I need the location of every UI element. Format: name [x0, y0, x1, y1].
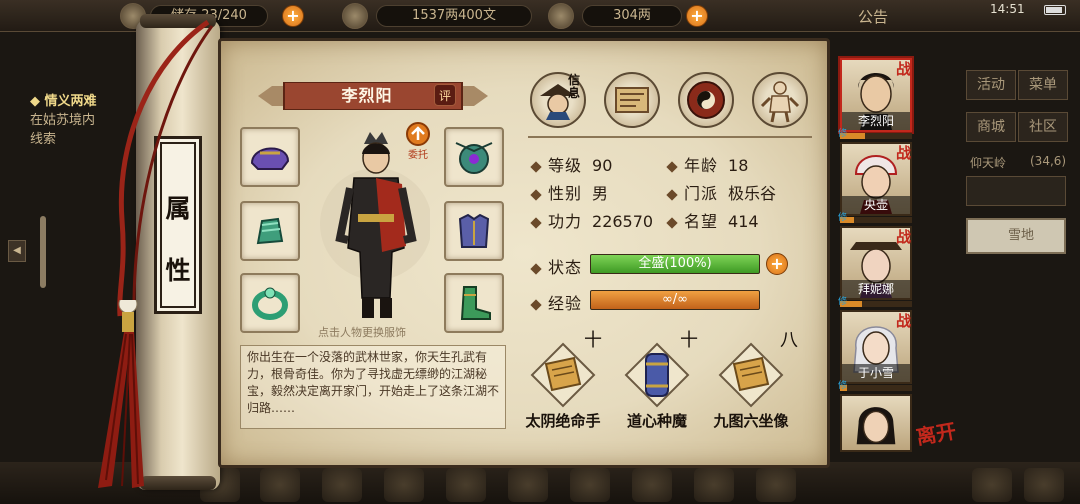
nav-icon[interactable] [384, 468, 424, 502]
exp-bar: ∞/∞ [590, 290, 760, 310]
stat-power: 功力 226570 [530, 208, 653, 232]
cultivate-tag: 修 [838, 381, 848, 391]
cultivate-tag: 修 [838, 213, 848, 223]
stat-exp-label: 经验 [530, 290, 592, 314]
silver-ingot-icon [548, 3, 574, 29]
shop-button[interactable]: 商城 [966, 112, 1016, 142]
divider [528, 136, 812, 138]
party-member-name: 拜妮娜 [842, 280, 910, 298]
tassel-cord-icon [117, 20, 214, 317]
collapse-left-arrow-icon[interactable]: ◀ [8, 240, 26, 262]
weather-snow: 雪地 [966, 218, 1066, 254]
yin-yang-icon [687, 81, 725, 119]
minimap[interactable] [966, 176, 1066, 206]
ring-icon [252, 287, 288, 320]
meridian-tab[interactable] [752, 72, 808, 128]
avatar [856, 407, 896, 445]
character-bio: 你出生在一个没落的武林世家，你天生孔武有力，根骨奇佳。你为了寻找虚无缥缈的江湖秘… [240, 345, 506, 429]
bagua-tab[interactable] [678, 72, 734, 128]
skill-level: 十 [680, 330, 698, 351]
battle-tag: 战 [896, 228, 912, 246]
equip-slot-accessory[interactable] [444, 127, 504, 187]
side-scrollbar[interactable] [40, 216, 46, 288]
battery-icon [1044, 5, 1066, 15]
notice-button[interactable]: 公告 [858, 6, 888, 27]
nav-icon[interactable] [446, 468, 486, 502]
scroll-rod-cap-bottom [140, 476, 216, 490]
add-silver-button[interactable]: + [686, 5, 708, 27]
cultivate-tag: 修 [838, 297, 848, 307]
equip-slot-weapon[interactable] [240, 201, 300, 261]
party-exp-bar [840, 301, 912, 307]
stat-fame: 名望 414 [666, 208, 759, 232]
inventory-tab[interactable] [604, 72, 660, 128]
cultivate-tag: 修 [838, 129, 848, 139]
party-member-name: 李烈阳 [842, 112, 910, 130]
nav-icon[interactable] [756, 468, 796, 502]
gauntlet-icon [256, 217, 284, 245]
clock: 14:51 [990, 2, 1025, 16]
body-meridian-icon [760, 81, 800, 123]
state-bar: 全盛(100%) [590, 254, 760, 274]
nav-icon[interactable] [694, 468, 734, 502]
stat-level: 等级 90 [530, 152, 612, 176]
community-button[interactable]: 社区 [1018, 112, 1068, 142]
party-member-name: 于小雪 [842, 364, 910, 382]
skill-level: 八 [780, 330, 798, 351]
nav-icon[interactable] [972, 468, 1012, 502]
party-exp-bar [840, 217, 912, 223]
battle-tag: 战 [896, 144, 912, 162]
nav-icon[interactable] [632, 468, 672, 502]
book-icon[interactable] [716, 340, 786, 410]
location-coords: (34,6) [1030, 154, 1067, 168]
delegate-label: 委托 [408, 150, 428, 161]
stat-gender: 性别男 [530, 180, 608, 204]
silver-amount: 304两 [582, 5, 682, 27]
rate-button[interactable]: 评 [434, 84, 456, 106]
equip-slot-ring[interactable] [240, 273, 300, 333]
activity-button[interactable]: 活动 [966, 70, 1016, 100]
nav-icon[interactable] [1024, 468, 1064, 502]
scroll-map-icon [615, 87, 649, 113]
nav-icon[interactable] [508, 468, 548, 502]
delegate-button[interactable]: 委托 [402, 120, 434, 161]
party-exp-bar [840, 133, 912, 139]
restore-state-button[interactable]: + [766, 253, 788, 275]
battle-tag: 战 [896, 60, 912, 78]
nav-icon[interactable] [260, 468, 300, 502]
menu-button[interactable]: 菜单 [1018, 70, 1068, 100]
battle-tag: 战 [896, 312, 912, 330]
party-member-5[interactable] [840, 394, 912, 452]
helmet-icon [250, 147, 290, 170]
leave-button[interactable]: 离开 [914, 419, 971, 468]
delegate-icon [406, 122, 430, 146]
skill-name: 九图六坐像 [713, 412, 789, 430]
stat-sect: 门派 极乐谷 [666, 180, 776, 204]
equip-slot-head[interactable] [240, 127, 300, 187]
amulet-icon [455, 142, 493, 174]
party-exp-bar [840, 385, 912, 391]
skill-level: 十 [584, 330, 602, 351]
stat-age: 年龄 18 [666, 152, 748, 176]
change-outfit-hint: 点击人物更换服饰 [318, 326, 406, 339]
party-member-name: 央壶 [842, 196, 910, 214]
coin-icon [342, 3, 368, 29]
equip-slot-armor[interactable] [444, 201, 504, 261]
equip-slot-boots[interactable] [444, 273, 504, 333]
tassel-icon [98, 300, 144, 488]
money-amount: 1537两400文 [376, 5, 532, 27]
stat-state-label: 状态 [530, 254, 592, 278]
add-storage-button[interactable]: + [282, 5, 304, 27]
boots-icon [460, 286, 491, 320]
location-name: 仰天岭 [970, 156, 1007, 170]
armor-icon [458, 213, 490, 248]
nav-icon[interactable] [322, 468, 362, 502]
nav-icon[interactable] [570, 468, 610, 502]
info-tab-label: 信息 [568, 73, 581, 100]
